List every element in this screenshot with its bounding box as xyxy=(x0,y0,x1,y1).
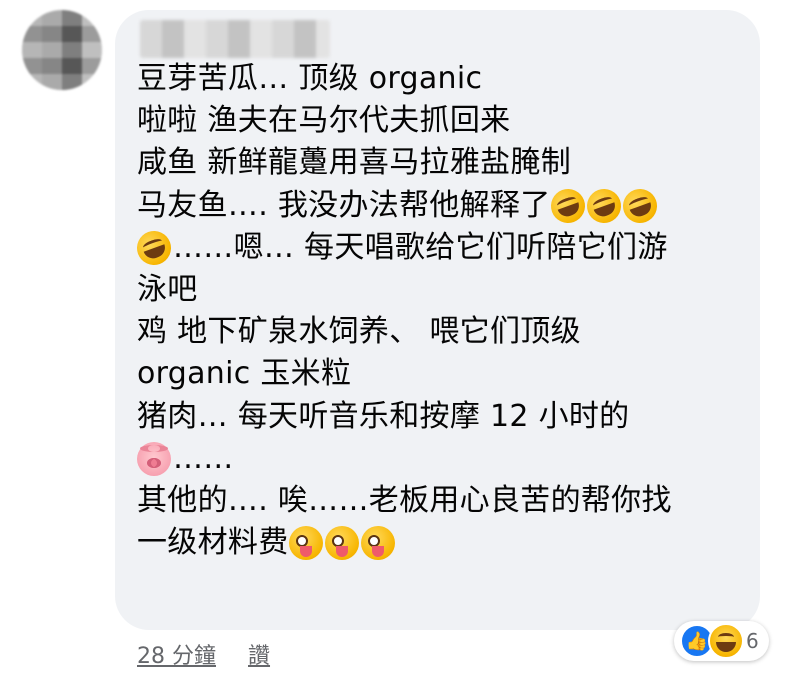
comment-line: 猪肉… 每天听音乐和按摩 12 小时的 xyxy=(137,398,630,434)
comment-text: 豆芽苦瓜… 顶级 organic 啦啦 渔夫在马尔代夫抓回来 咸鱼 新鲜龍躉用喜… xyxy=(132,58,747,564)
rofl-emoji xyxy=(132,226,176,270)
comment-line: organic 玉米粒 xyxy=(137,356,352,392)
rofl-emoji xyxy=(545,183,590,228)
haha-icon xyxy=(708,623,744,659)
reaction-count: 6 xyxy=(746,629,759,653)
comment-line: 一级材料费 xyxy=(137,522,747,564)
comment-meta: 28 分鐘 讚 xyxy=(137,638,270,670)
commenter-name-blurred[interactable] xyxy=(140,20,330,58)
timestamp-link[interactable]: 28 分鐘 xyxy=(137,638,216,670)
comment-line: ……嗯… 每天唱歌给它们听陪它们游 xyxy=(132,226,747,270)
comment-line: 其他的…. 唉……老板用心良苦的帮你找 xyxy=(137,482,672,518)
avatar-blur xyxy=(22,10,102,90)
pig-emoji xyxy=(137,441,171,476)
comment-line: 鸡 地下矿泉水饲养、 喂它们顶级 xyxy=(137,314,581,350)
zany-emoji xyxy=(288,526,323,561)
comment-line: 豆芽苦瓜… 顶级 organic xyxy=(137,61,483,96)
comment-line: 咸鱼 新鲜龍躉用喜马拉雅盐腌制 xyxy=(137,145,572,181)
comment-line: 泳吧 xyxy=(137,271,198,307)
zany-emoji xyxy=(360,526,395,561)
commenter-avatar[interactable] xyxy=(22,10,102,90)
like-link[interactable]: 讚 xyxy=(248,638,270,670)
comment-line: 马友鱼…. 我没办法帮他解释了 xyxy=(137,183,747,228)
rofl-emoji xyxy=(581,183,626,228)
zany-emoji xyxy=(324,526,359,561)
comment-line: 啦啦 渔夫在马尔代夫抓回来 xyxy=(137,103,511,139)
reaction-summary[interactable]: 👍 6 xyxy=(674,621,769,661)
rofl-emoji xyxy=(617,183,662,228)
comment-line: …… xyxy=(137,438,747,480)
